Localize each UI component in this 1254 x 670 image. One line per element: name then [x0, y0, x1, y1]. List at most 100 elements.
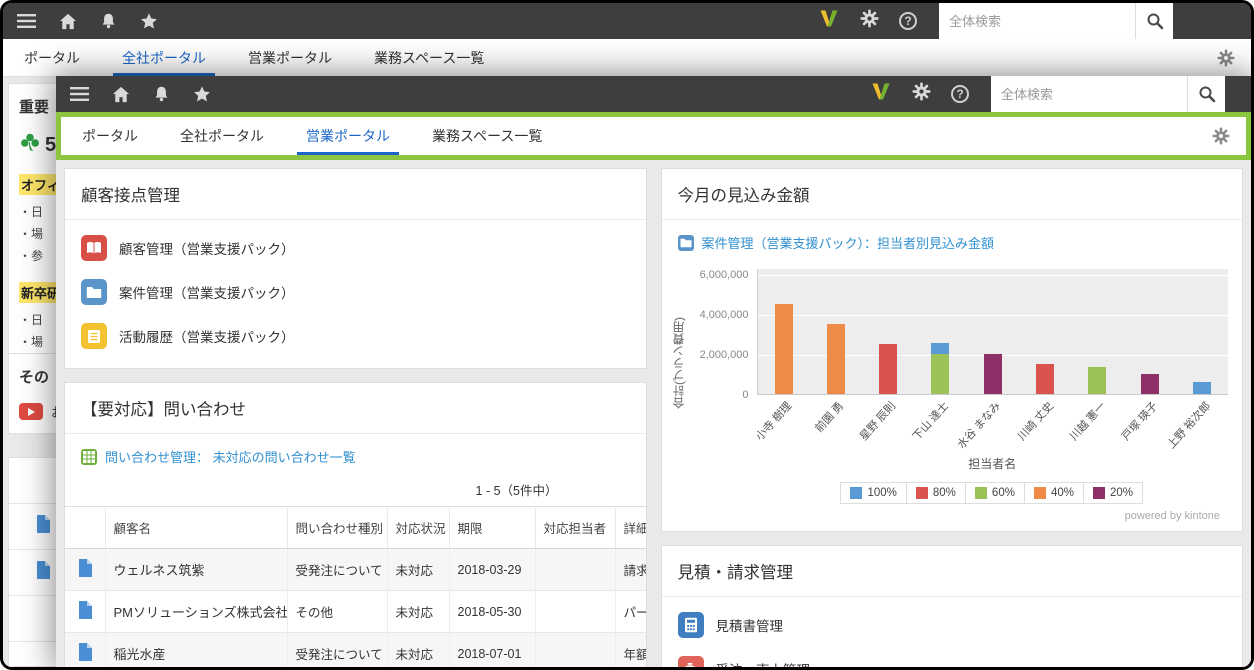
bell-icon[interactable]	[100, 12, 117, 30]
app-link-activity-history[interactable]: 活動履歴（営業支援パック）	[65, 314, 646, 358]
legend-item[interactable]: 60%	[965, 482, 1025, 504]
col-header-customer: 顧客名	[105, 507, 287, 549]
legend-item[interactable]: 100%	[840, 482, 906, 504]
chart-y-axis-label: 合計(プラン費用)	[670, 269, 687, 409]
cell-due: 2018-03-29	[449, 549, 535, 591]
video-play-icon	[19, 403, 43, 420]
tab-sales-portal[interactable]: 営業ポータル	[285, 117, 411, 155]
tab-sales-portal[interactable]: 営業ポータル	[227, 39, 353, 76]
card-title: 今月の見込み金額	[662, 169, 1243, 220]
card-title: 顧客接点管理	[65, 169, 646, 220]
star-icon[interactable]	[140, 12, 158, 30]
portal-settings-gear-icon[interactable]	[1212, 117, 1246, 155]
legend-swatch	[1034, 487, 1046, 499]
legend-item[interactable]: 20%	[1083, 482, 1143, 504]
app-link-quote-management[interactable]: 見積書管理	[662, 603, 1243, 647]
col-header-detail: 詳細	[615, 507, 647, 549]
card-title: 【要対応】問い合わせ	[65, 383, 646, 434]
home-icon[interactable]	[59, 13, 77, 30]
inquiry-list-link[interactable]: 問い合わせ管理： 未対応の問い合わせ一覧	[105, 447, 356, 466]
table-row[interactable]: PMソリューションズ株式会社 その他 未対応 2018-05-30 パー	[65, 591, 647, 633]
kintone-logo[interactable]	[818, 9, 840, 33]
home-icon[interactable]	[112, 86, 130, 103]
bell-icon[interactable]	[153, 85, 170, 103]
col-header-icon	[65, 507, 105, 549]
screen-frame: ポータル 全社ポータル 営業ポータル 業務スペース一覧 重要 5 オフィ 日 場…	[0, 0, 1254, 670]
tab-space-list[interactable]: 業務スペース一覧	[411, 117, 563, 155]
table-row[interactable]: ウェルネス筑紫 受発注について 未対応 2018-03-29 請求	[65, 549, 647, 591]
bar[interactable]	[862, 269, 914, 394]
bar[interactable]	[914, 269, 966, 394]
bar[interactable]	[1071, 269, 1123, 394]
card-title: 見積・請求管理	[662, 546, 1243, 597]
gear-icon[interactable]	[912, 82, 931, 106]
chart-plot-area	[757, 269, 1229, 395]
back-global-nav	[3, 3, 1251, 39]
record-doc-icon[interactable]	[36, 515, 51, 538]
chart-x-ticks: 小寺 樹理 前園 勇 星野 辰則 下山 達士 水谷 まなみ 川崎 丈史 川越 憲…	[757, 395, 1229, 455]
cell-assignee	[535, 633, 615, 668]
legend-item[interactable]: 40%	[1024, 482, 1084, 504]
global-search-button[interactable]	[1135, 3, 1173, 39]
help-icon[interactable]	[899, 12, 917, 30]
cell-status: 未対応	[387, 633, 449, 668]
legend-swatch	[1093, 487, 1105, 499]
tab-company-portal[interactable]: 全社ポータル	[159, 117, 285, 155]
record-doc-icon[interactable]	[78, 608, 93, 622]
chart-y-ticks: 6,000,000 4,000,000 2,000,000 0	[687, 269, 757, 395]
bar[interactable]	[1019, 269, 1071, 394]
record-doc-icon[interactable]	[78, 566, 93, 580]
kintone-logo[interactable]	[870, 82, 892, 106]
record-doc-icon[interactable]	[78, 650, 93, 664]
cell-assignee	[535, 549, 615, 591]
cell-customer: PMソリューションズ株式会社	[105, 591, 287, 633]
bar[interactable]	[1123, 269, 1175, 394]
tab-portal[interactable]: ポータル	[3, 39, 101, 76]
cell-detail: 請求	[615, 549, 647, 591]
notebook-icon	[81, 323, 107, 349]
cell-detail: 年額	[615, 633, 647, 668]
app-link-sales-management[interactable]: 受注・売上管理	[662, 647, 1243, 667]
bar[interactable]	[1176, 269, 1228, 394]
record-doc-icon[interactable]	[36, 561, 51, 584]
global-search-input[interactable]	[939, 3, 1135, 39]
calculator-icon	[678, 612, 704, 638]
global-search-button[interactable]	[1187, 76, 1225, 112]
bar[interactable]	[758, 269, 810, 394]
col-header-type: 問い合わせ種別	[287, 507, 387, 549]
portal-settings-gear-icon[interactable]	[1217, 39, 1251, 76]
front-global-nav	[56, 76, 1251, 112]
tab-company-portal[interactable]: 全社ポータル	[101, 39, 227, 76]
star-icon[interactable]	[193, 85, 211, 103]
case-app-icon	[678, 235, 694, 251]
legend-item[interactable]: 80%	[906, 482, 966, 504]
folder-icon	[81, 279, 107, 305]
sales-portal-window: ポータル 全社ポータル 営業ポータル 業務スペース一覧 顧客接点管理 顧客管理（…	[56, 76, 1251, 667]
global-search-input[interactable]	[991, 76, 1187, 112]
bar[interactable]	[967, 269, 1019, 394]
table-row[interactable]: 稲光水産 受発注について 未対応 2018-07-01 年額	[65, 633, 647, 668]
chart-x-axis-label: 担当者名	[757, 455, 1229, 472]
app-link-customer-management[interactable]: 顧客管理（営業支援パック）	[65, 226, 646, 270]
inquiry-card: 【要対応】問い合わせ 問い合わせ管理： 未対応の問い合わせ一覧 1 - 5（5件…	[64, 382, 647, 667]
gear-icon[interactable]	[860, 9, 879, 33]
address-book-icon	[81, 235, 107, 261]
tab-portal[interactable]: ポータル	[61, 117, 159, 155]
help-icon[interactable]	[951, 85, 969, 103]
app-link-case-management[interactable]: 案件管理（営業支援パック）	[65, 270, 646, 314]
hamburger-icon[interactable]	[17, 13, 36, 29]
back-tab-bar: ポータル 全社ポータル 営業ポータル 業務スペース一覧	[3, 39, 1251, 77]
bar-chart: 合計(プラン費用) 6,000,000 4,000,000 2,000,000 …	[662, 261, 1243, 531]
col-header-assignee: 対応担当者	[535, 507, 615, 549]
legend-swatch	[850, 487, 862, 499]
hamburger-icon[interactable]	[70, 86, 89, 102]
col-header-status: 対応状況	[387, 507, 449, 549]
legend-swatch	[975, 487, 987, 499]
bar[interactable]	[810, 269, 862, 394]
forecast-chart-link[interactable]: 案件管理（営業支援パック）：担当者別見込み金額	[702, 233, 995, 252]
cell-type: 受発注について	[287, 633, 387, 668]
chart-legend: 100% 80% 60% 40% 20%	[757, 482, 1229, 504]
cell-due: 2018-05-30	[449, 591, 535, 633]
tab-space-list[interactable]: 業務スペース一覧	[353, 39, 505, 76]
cell-customer: 稲光水産	[105, 633, 287, 668]
